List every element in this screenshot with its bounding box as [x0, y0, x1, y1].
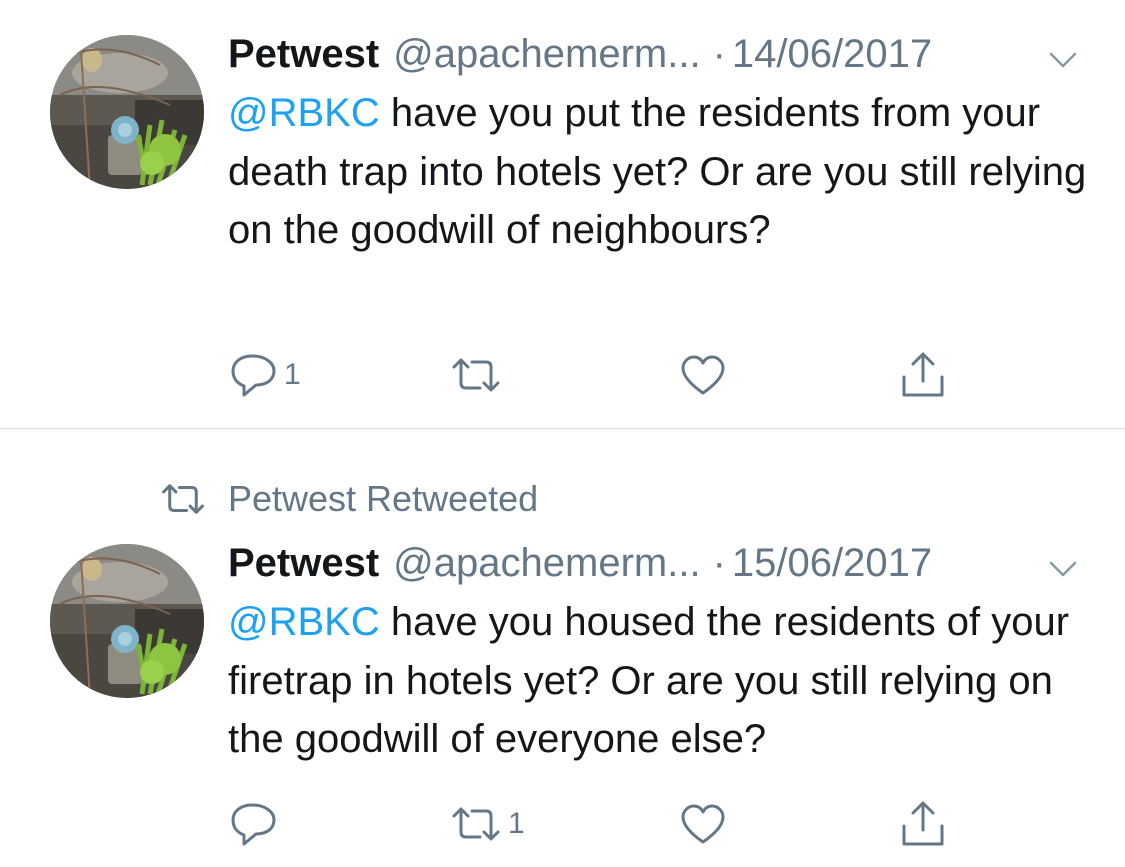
heart-icon: [681, 804, 725, 844]
tweet-actions: 1: [228, 799, 968, 849]
mention-link[interactable]: @RBKC: [228, 91, 380, 135]
retweet-count: 1: [508, 807, 525, 840]
tweet-text: @RBKC have you housed the residents of y…: [228, 593, 1108, 769]
author-handle[interactable]: @apachemerm...: [393, 32, 700, 77]
mention-link[interactable]: @RBKC: [228, 600, 380, 644]
tweet-header: Petwest @apachemerm... · 15/06/2017: [228, 539, 932, 587]
share-button[interactable]: [900, 350, 946, 400]
author-handle[interactable]: @apachemerm...: [393, 541, 700, 586]
tweet-date[interactable]: 14/06/2017: [732, 32, 932, 77]
like-button[interactable]: [680, 799, 732, 849]
reply-icon: [231, 354, 276, 397]
heart-icon: [681, 355, 725, 395]
retweet-icon: [162, 484, 204, 514]
chevron-down-icon[interactable]: [1048, 559, 1078, 579]
like-button[interactable]: [680, 350, 732, 400]
share-icon: [902, 352, 944, 397]
share-button[interactable]: [900, 799, 946, 849]
tweet-date[interactable]: 15/06/2017: [732, 541, 932, 586]
chevron-down-icon[interactable]: [1048, 50, 1078, 70]
tweet[interactable]: Petwest @apachemerm... · 14/06/2017 @RBK…: [0, 0, 1125, 428]
separator-dot: ·: [712, 31, 726, 76]
retweet-button[interactable]: [450, 350, 508, 400]
tweet-actions: 1: [228, 350, 968, 400]
reply-button[interactable]: [230, 799, 284, 849]
author-name[interactable]: Petwest: [228, 32, 379, 77]
retweet-context-label: Petwest Retweeted: [228, 478, 539, 519]
share-icon: [902, 801, 944, 846]
retweet-context[interactable]: Petwest Retweeted: [160, 477, 538, 521]
retweet-icon: [452, 807, 500, 841]
reply-icon: [231, 803, 276, 846]
tweet-text: @RBKC have you put the residents from yo…: [228, 84, 1108, 260]
author-name[interactable]: Petwest: [228, 541, 379, 586]
avatar[interactable]: [50, 544, 204, 698]
retweet-icon: [452, 358, 500, 392]
tweet[interactable]: Petwest Retweeted Petwest @apachemerm...…: [0, 429, 1125, 867]
tweet-header: Petwest @apachemerm... · 14/06/2017: [228, 30, 932, 78]
avatar[interactable]: [50, 35, 204, 189]
retweet-button[interactable]: 1: [450, 799, 525, 849]
separator-dot: ·: [712, 540, 726, 585]
reply-button[interactable]: 1: [230, 350, 301, 400]
reply-count: 1: [284, 358, 301, 391]
